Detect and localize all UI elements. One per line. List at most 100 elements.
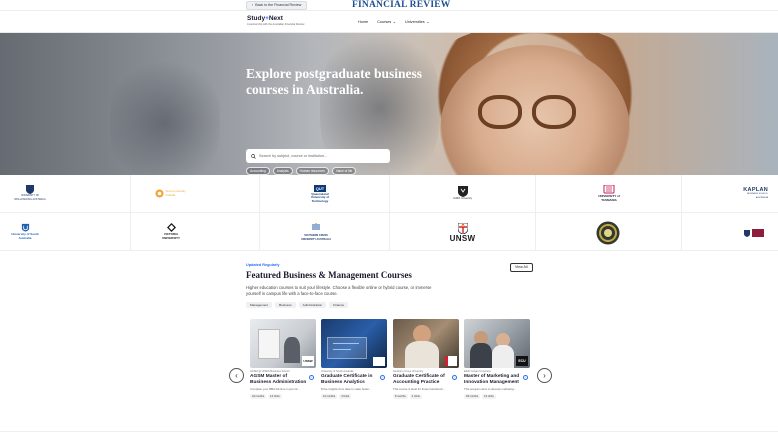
course-units: 12 Units [482, 394, 496, 399]
course-card[interactable]: ECU Edith Cowan University Master of Mar… [464, 319, 530, 407]
chevron-left-icon: ‹ [252, 3, 254, 7]
logo-griffith-text: Griffith University [453, 197, 472, 201]
arrow-circle-icon[interactable]: › [380, 375, 385, 380]
course-description: This program aims to develop marketing..… [464, 386, 517, 391]
financial-review-logo[interactable]: FINANCIAL REVIEW [352, 0, 450, 11]
university-seal-icon [596, 221, 620, 245]
hero-photo-glasses [478, 95, 522, 129]
course-title[interactable]: Graduate Certificate in Business Analyti… [321, 374, 379, 386]
hero-banner: Explore postgraduate business courses in… [0, 33, 778, 175]
scu-mark-icon [312, 222, 320, 230]
logo-qut-text: Queensland University of Technology [310, 191, 330, 203]
course-title[interactable]: AGSM Master of Business Administration [250, 374, 308, 386]
search-input[interactable] [259, 154, 379, 158]
logo-kaplan[interactable]: KAPLAN BUSINESS SCHOOL AUSTRALIA [730, 181, 778, 207]
search-box[interactable] [246, 149, 390, 163]
logo-vu[interactable]: VICTORIA UNIVERSITY [150, 216, 192, 248]
course-units: 4 Units [339, 394, 352, 399]
studynext-logo[interactable]: Study+Next A partnership with the Austra… [247, 15, 304, 27]
chevron-down-icon: ⌄ [392, 20, 396, 24]
search-icon [251, 153, 256, 159]
course-description: This course is ideal for those transitio… [393, 386, 446, 391]
logo-uow-text: UNIVERSITY OF WOLLONGONG AUSTRALIA [14, 194, 46, 201]
tab-business[interactable]: Business [275, 302, 296, 308]
hero-photo-glasses [532, 95, 576, 129]
logo-qut[interactable]: QUT Queensland University of Technology [290, 179, 350, 209]
nav-home[interactable]: Home [358, 19, 368, 24]
unsw-crest-icon [457, 223, 468, 234]
course-duration: 12 months [321, 394, 338, 399]
logo-utas-text: UNIVERSITY of TASMANIA [598, 194, 620, 202]
vu-diamond-icon [166, 223, 176, 233]
course-image: ECU [464, 319, 530, 368]
course-card[interactable]: UNSW AGSM @ UNSW Business School AGSM Ma… [250, 319, 316, 407]
course-provider: AGSM @ UNSW Business School [250, 370, 290, 373]
footer-divider [0, 431, 778, 432]
course-provider: University of South Australia [321, 370, 354, 373]
course-title[interactable]: Graduate Certificate of Accounting Pract… [393, 374, 451, 386]
featured-courses: Updated Regularly Featured Business & Ma… [0, 251, 778, 436]
tab-finance[interactable]: Finance [329, 302, 349, 308]
course-image: UNSW [250, 319, 316, 368]
chevron-right-icon: › [543, 371, 546, 380]
logo-unsw[interactable]: UNSW [440, 216, 485, 250]
top-bar: ‹ Back to the Financial Review FINANCIAL… [0, 0, 778, 11]
logo-torrens-text: Torrens University Australia [165, 189, 186, 197]
course-provider: Southern Cross University [393, 370, 424, 373]
logo-vu-text: VICTORIA UNIVERSITY [161, 232, 180, 240]
shield-icon [457, 186, 468, 198]
course-duration: 24 months [250, 394, 267, 399]
carousel-prev-button[interactable]: ‹ [229, 368, 244, 383]
tab-administration[interactable]: Administration [298, 302, 327, 308]
provider-badge: UNSW [302, 356, 314, 366]
logo-crest-tail[interactable] [738, 216, 770, 250]
crest-block [752, 229, 764, 237]
brand-subtitle: A partnership with the Australian Financ… [247, 23, 305, 26]
arrow-circle-icon[interactable]: › [523, 375, 528, 380]
chip-human-resources[interactable]: Human resources [295, 167, 329, 175]
course-duration: 18 months [464, 394, 481, 399]
brand-name-b: Next [268, 15, 283, 22]
course-title[interactable]: Master of Marketing and Innovation Manag… [464, 374, 522, 386]
nav-universities[interactable]: Universities ⌄ [404, 19, 430, 25]
crest-icon [26, 185, 34, 195]
utas-crest-icon [603, 185, 615, 194]
course-description: Drive insights from data to make better.… [321, 386, 372, 391]
chevron-left-icon: ‹ [235, 371, 238, 380]
nav-universities-label: Universities [404, 19, 425, 24]
logo-uow[interactable]: UNIVERSITY OF WOLLONGONG AUSTRALIA [0, 175, 60, 212]
hero-title: Explore postgraduate business courses in… [246, 66, 423, 97]
arrow-circle-icon[interactable]: › [452, 375, 457, 380]
nav-courses[interactable]: Courses ⌄ [377, 19, 396, 25]
carousel-next-button[interactable]: › [537, 368, 552, 383]
nav-home-label: Home [358, 19, 369, 24]
chevron-down-icon: ⌄ [426, 20, 430, 24]
course-image [321, 319, 387, 368]
view-all-button[interactable]: View All [510, 263, 533, 272]
logo-torrens[interactable]: Torrens University Australia [140, 175, 200, 212]
back-label: Back to the Financial Review [255, 3, 302, 7]
logo-unisa[interactable]: University of South Australia [0, 215, 50, 249]
logo-griffith[interactable]: Griffith University [440, 177, 485, 210]
chip-analysis[interactable]: Analysis [272, 167, 293, 175]
course-duration: 8 months [393, 394, 408, 399]
logo-seal[interactable] [593, 216, 623, 250]
qut-badge: QUT [313, 184, 327, 192]
course-card[interactable]: Southern Cross University Graduate Certi… [393, 319, 459, 407]
chip-accounting[interactable]: Accounting [246, 167, 270, 175]
chip-value-of-life[interactable]: Value of life [331, 167, 357, 175]
torrens-mark-icon [154, 189, 164, 198]
course-description: Complete your MBA full-time in just 12..… [250, 386, 300, 391]
logo-kaplan-sub: BUSINESS SCHOOL AUSTRALIA [747, 193, 768, 199]
arrow-circle-icon[interactable]: › [309, 375, 314, 380]
nav-courses-label: Courses [377, 19, 392, 24]
back-to-afr-button[interactable]: ‹ Back to the Financial Review [246, 1, 308, 10]
course-units: 12 Units [268, 394, 282, 399]
main-nav: Study+Next A partnership with the Austra… [0, 11, 778, 33]
logo-utas[interactable]: UNIVERSITY of TASMANIA [583, 177, 635, 211]
tab-management[interactable]: Management [246, 302, 273, 308]
course-card[interactable]: University of South Australia Graduate C… [321, 319, 387, 407]
crest-icon [744, 229, 750, 237]
logo-scu[interactable]: SOUTHERN CROSS UNIVERSITY AUSTRALIA [295, 216, 337, 248]
section-title: Featured Business & Management Courses [246, 270, 412, 280]
